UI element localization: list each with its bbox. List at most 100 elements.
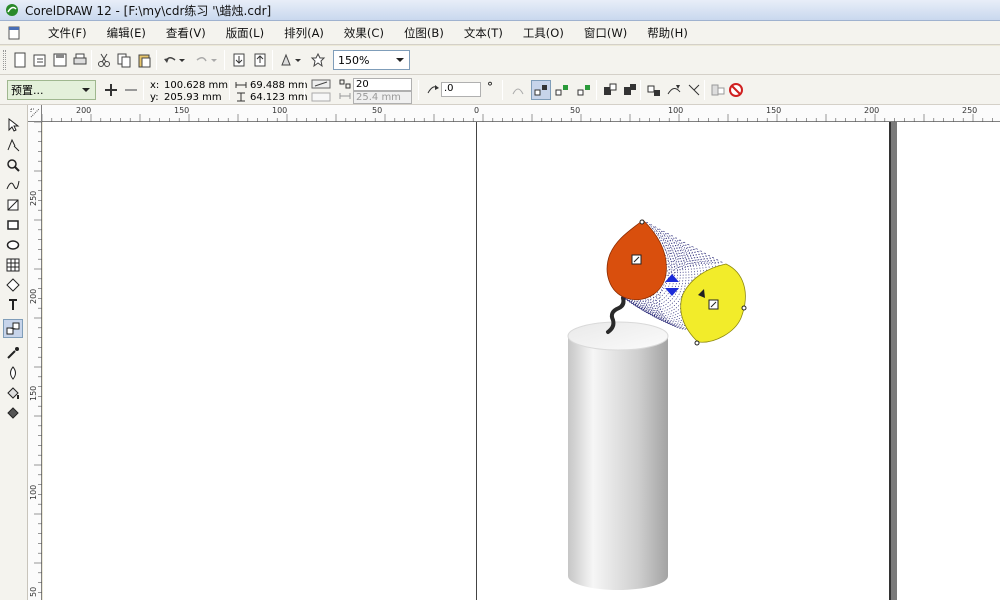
- ruler-label: 50: [372, 106, 383, 115]
- menu-view[interactable]: 查看(V): [156, 25, 216, 41]
- blend-direction-icon[interactable]: [423, 80, 443, 100]
- toolbar-separator: [596, 80, 597, 100]
- ruler-label: 150: [766, 106, 782, 115]
- toolbar-separator: [640, 80, 641, 100]
- x-label: x:: [150, 80, 160, 91]
- blend-acceleration-icon[interactable]: [620, 80, 640, 100]
- clear-blend-icon[interactable]: [726, 80, 746, 100]
- toolbar-separator: [143, 80, 144, 100]
- menu-help[interactable]: 帮助(H): [637, 25, 698, 41]
- fill-tool-icon[interactable]: [3, 383, 23, 402]
- ruler-label: 50: [29, 586, 38, 597]
- smart-fill-tool-icon[interactable]: [3, 195, 23, 214]
- blend-steps-field[interactable]: 20: [353, 78, 412, 91]
- blend-spacing-field[interactable]: 25.4 mm: [353, 91, 412, 104]
- menu-window[interactable]: 窗口(W): [574, 25, 637, 41]
- candle-body[interactable]: [567, 321, 669, 590]
- menu-arrange[interactable]: 排列(A): [274, 25, 334, 41]
- ruler-label: 200: [864, 106, 880, 115]
- menu-file[interactable]: 文件(F): [36, 25, 97, 41]
- export-icon[interactable]: [250, 50, 270, 70]
- menu-text[interactable]: 文本(T): [454, 25, 513, 41]
- menu-edit[interactable]: 编辑(E): [97, 25, 156, 41]
- ruler-label: 50: [570, 106, 581, 115]
- ruler-origin[interactable]: [28, 105, 42, 122]
- ruler-label: 150: [174, 106, 190, 115]
- toolbar-separator: [272, 50, 273, 70]
- cut-icon[interactable]: [94, 50, 114, 70]
- blend-direction-field[interactable]: .0: [441, 82, 481, 97]
- toolbar-separator: [418, 80, 419, 100]
- zoom-level-value: 150%: [338, 53, 370, 67]
- toolbar-grip[interactable]: [3, 50, 6, 70]
- rectangle-tool-icon[interactable]: [3, 215, 23, 234]
- vertical-ruler[interactable]: 250 200 150 100 50: [28, 122, 42, 600]
- open-document-icon[interactable]: [30, 50, 50, 70]
- path-properties-icon[interactable]: [664, 80, 684, 100]
- copy-blend-properties-icon[interactable]: [708, 80, 728, 100]
- interactive-blend-tool-icon[interactable]: [3, 319, 23, 338]
- pick-tool-icon[interactable]: [3, 115, 23, 134]
- toolbox: [0, 105, 28, 600]
- document-icon[interactable]: [6, 25, 22, 41]
- remove-preset-icon[interactable]: [121, 80, 141, 100]
- corel-online-icon[interactable]: [308, 50, 328, 70]
- import-icon[interactable]: [229, 50, 249, 70]
- copy-icon[interactable]: [114, 50, 134, 70]
- width-field[interactable]: 69.488 mm: [250, 80, 308, 92]
- save-icon[interactable]: [50, 50, 70, 70]
- freehand-tool-icon[interactable]: [3, 175, 23, 194]
- drawing-canvas[interactable]: [43, 122, 1000, 600]
- loop-blend-icon[interactable]: [508, 80, 528, 100]
- outline-tool-icon[interactable]: [3, 363, 23, 382]
- chevron-down-icon[interactable]: [79, 83, 93, 97]
- eyedropper-tool-icon[interactable]: [3, 343, 23, 362]
- ruler-label: 250: [962, 106, 978, 115]
- object-color-acceleration-icon[interactable]: [600, 80, 620, 100]
- blend-spacing-mode-icon[interactable]: [310, 91, 332, 103]
- preset-select[interactable]: 预置...: [7, 80, 96, 100]
- redo-dropdown-icon[interactable]: [209, 50, 219, 70]
- direct-blend-icon[interactable]: [531, 80, 551, 100]
- zoom-level-select[interactable]: 150%: [333, 50, 410, 70]
- zoom-tool-icon[interactable]: [3, 155, 23, 174]
- basic-shapes-tool-icon[interactable]: [3, 275, 23, 294]
- x-position-field[interactable]: 100.628 mm: [164, 80, 228, 92]
- counterclockwise-blend-icon[interactable]: [574, 80, 594, 100]
- toolbar-separator: [704, 80, 705, 100]
- toolbar-separator: [224, 50, 225, 70]
- blend-steps-value: 20: [356, 79, 369, 90]
- preset-value: 预置...: [11, 84, 44, 97]
- print-icon[interactable]: [70, 50, 90, 70]
- spacing-icon: [339, 91, 351, 105]
- ruler-label: 100: [668, 106, 684, 115]
- menu-tools[interactable]: 工具(O): [513, 25, 574, 41]
- height-field[interactable]: 64.123 mm: [250, 92, 308, 104]
- chevron-down-icon[interactable]: [393, 53, 407, 67]
- text-tool-icon[interactable]: [3, 295, 23, 314]
- height-icon: [235, 92, 247, 106]
- shape-tool-icon[interactable]: [3, 135, 23, 154]
- y-position-field[interactable]: 205.93 mm: [164, 92, 222, 104]
- add-preset-icon[interactable]: [101, 80, 121, 100]
- menu-bitmaps[interactable]: 位图(B): [394, 25, 454, 41]
- menu-layout[interactable]: 版面(L): [216, 25, 274, 41]
- candle-artwork: [567, 219, 747, 590]
- launcher-dropdown-icon[interactable]: [293, 50, 303, 70]
- graph-paper-tool-icon[interactable]: [3, 255, 23, 274]
- interactive-fill-tool-icon[interactable]: [3, 403, 23, 422]
- degree-symbol: °: [487, 80, 493, 94]
- new-document-icon[interactable]: [10, 50, 30, 70]
- toolbar-separator: [156, 50, 157, 70]
- paste-icon[interactable]: [134, 50, 154, 70]
- blend-steps-mode-icon[interactable]: [310, 78, 332, 90]
- ruler-label: 100: [272, 106, 288, 115]
- menu-effects[interactable]: 效果(C): [334, 25, 394, 41]
- more-blend-options-icon[interactable]: [684, 80, 704, 100]
- ellipse-tool-icon[interactable]: [3, 235, 23, 254]
- horizontal-ruler[interactable]: 200 150 100 50 0 50 100 150 200 250: [28, 105, 1000, 122]
- menu-bar: 文件(F) 编辑(E) 查看(V) 版面(L) 排列(A) 效果(C) 位图(B…: [0, 21, 1000, 45]
- start-end-properties-icon[interactable]: [644, 80, 664, 100]
- clockwise-blend-icon[interactable]: [552, 80, 572, 100]
- undo-dropdown-icon[interactable]: [177, 50, 187, 70]
